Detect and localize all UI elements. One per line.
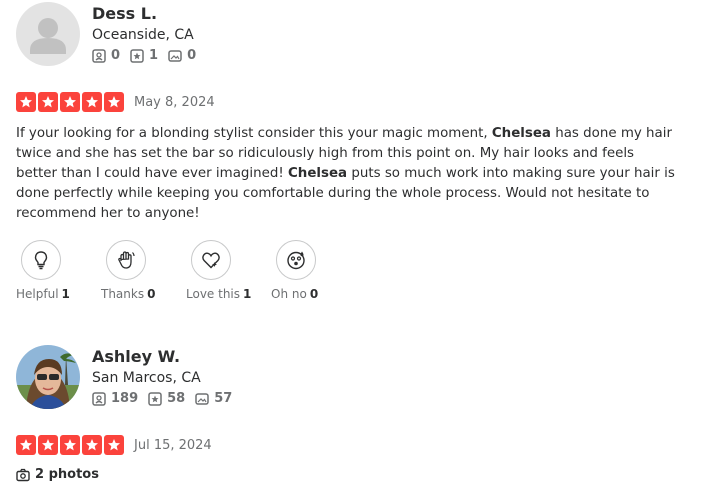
user-name[interactable]: Dess L. <box>92 3 206 25</box>
review-card: Ashley W. San Marcos, CA 189 58 57 Jul 1… <box>16 345 706 482</box>
love-button[interactable] <box>191 240 231 280</box>
wave-hand-icon <box>118 251 135 269</box>
star-icon <box>38 92 58 112</box>
review-icon <box>92 391 106 406</box>
reaction-name: Helpful <box>16 287 59 301</box>
reaction-ohno[interactable]: Oh no 0 <box>271 240 356 301</box>
reaction-label: Love this 1 <box>186 287 251 301</box>
helpful-button[interactable] <box>21 240 61 280</box>
photo-count-value: 57 <box>214 391 233 406</box>
reaction-label: Thanks 0 <box>101 287 155 301</box>
review-count: 0 <box>92 48 120 63</box>
camera-icon <box>16 468 30 481</box>
reaction-label: Helpful 1 <box>16 287 70 301</box>
review-user: Ashley W. San Marcos, CA 189 58 57 <box>16 345 706 411</box>
ohno-button[interactable] <box>276 240 316 280</box>
reaction-count: 1 <box>61 287 70 301</box>
star-rating <box>16 92 126 112</box>
star-icon <box>82 92 102 112</box>
heart-icon <box>202 252 220 269</box>
review-count-value: 189 <box>111 391 139 406</box>
review-count-value: 0 <box>111 48 121 63</box>
review-card: Dess L. Oceanside, CA 0 1 0 May 8, 2024 … <box>16 2 706 301</box>
star-icon <box>16 435 36 455</box>
reactions: Helpful 1 Thanks 0 Love this 1 Oh no 0 <box>16 240 356 301</box>
review-count: 189 <box>92 391 138 406</box>
reaction-label: Oh no 0 <box>271 287 318 301</box>
user-info: Ashley W. San Marcos, CA 189 58 57 <box>92 345 242 406</box>
user-name[interactable]: Ashley W. <box>92 346 242 368</box>
star-badge-icon <box>130 48 144 63</box>
stylist-name: Chelsea <box>287 166 348 181</box>
star-icon <box>104 435 124 455</box>
photo-count-value: 0 <box>187 48 197 63</box>
reaction-count: 1 <box>243 287 252 301</box>
star-icon <box>60 92 80 112</box>
friend-count: 58 <box>148 391 185 406</box>
star-icon <box>60 435 80 455</box>
friend-count: 1 <box>130 48 158 63</box>
review-date: May 8, 2024 <box>134 94 215 110</box>
user-location: San Marcos, CA <box>92 370 201 386</box>
photo-icon <box>168 49 182 62</box>
reaction-count: 0 <box>309 287 319 301</box>
thanks-button[interactable] <box>106 240 146 280</box>
star-icon <box>16 92 36 112</box>
rating-row: May 8, 2024 <box>16 92 215 112</box>
reaction-thanks[interactable]: Thanks 0 <box>101 240 186 301</box>
review-icon <box>92 48 106 63</box>
photos-label: 2 photos <box>35 467 99 482</box>
star-badge-icon <box>148 391 162 406</box>
avatar[interactable] <box>16 345 80 409</box>
user-stats: 0 1 0 <box>92 48 206 63</box>
review-text: If your looking for a blonding stylist c… <box>16 124 676 224</box>
user-location: Oceanside, CA <box>92 27 194 43</box>
user-stats: 189 58 57 <box>92 391 242 406</box>
review-photos-link[interactable]: 2 photos <box>16 467 99 482</box>
reaction-name: Love this <box>186 287 241 301</box>
friend-count-value: 1 <box>149 48 159 63</box>
review-date: Jul 15, 2024 <box>134 437 212 453</box>
stylist-name: Chelsea <box>491 126 551 141</box>
user-info: Dess L. Oceanside, CA 0 1 0 <box>92 2 206 63</box>
surprised-face-icon <box>287 251 305 270</box>
reaction-helpful[interactable]: Helpful 1 <box>16 240 101 301</box>
friend-count-value: 58 <box>167 391 186 406</box>
reaction-love[interactable]: Love this 1 <box>186 240 271 301</box>
review-text-part: If your looking for a blonding stylist c… <box>16 126 492 141</box>
reaction-name: Thanks <box>101 287 145 301</box>
review-user: Dess L. Oceanside, CA 0 1 0 <box>16 2 706 68</box>
lightbulb-icon <box>34 251 48 270</box>
photo-icon <box>195 392 209 405</box>
photo-count: 0 <box>168 48 196 63</box>
star-rating <box>16 435 126 455</box>
photo-count: 57 <box>195 391 232 406</box>
reaction-count: 0 <box>147 287 156 301</box>
reaction-name: Oh no <box>271 287 307 301</box>
star-icon <box>38 435 58 455</box>
avatar[interactable] <box>16 2 80 66</box>
rating-row: Jul 15, 2024 <box>16 435 212 455</box>
star-icon <box>82 435 102 455</box>
star-icon <box>104 92 124 112</box>
